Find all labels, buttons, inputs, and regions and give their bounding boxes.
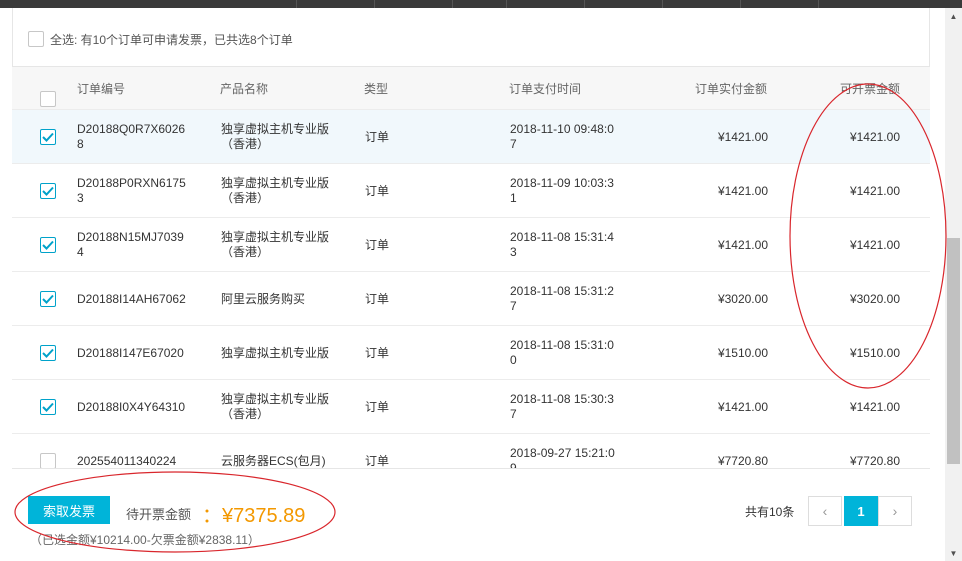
row-checkbox[interactable]: [40, 272, 56, 326]
product-name: 阿里云服务购买: [221, 291, 306, 306]
paid-time: 2018-09-27 15:21:0 9: [510, 446, 615, 468]
table-row[interactable]: D20188P0RXN6175 3 独享虚拟主机专业版 （香港） 订单 2018-11…: [12, 164, 930, 218]
chevron-right-icon: ›: [892, 503, 898, 519]
order-number: D20188N15MJ7039 4: [77, 230, 184, 259]
product-name: 独享虚拟主机专业版 （香港）: [221, 176, 330, 205]
invoice-amount: ¥7720.80: [849, 453, 900, 468]
product-name: 独享虚拟主机专业版: [221, 345, 330, 360]
order-type: 订单: [365, 129, 390, 144]
row-checkbox[interactable]: [40, 110, 56, 164]
select-all-label: 全选: 有10个订单可申请发票，已共选8个订单: [50, 32, 293, 47]
scroll-down-arrow-icon[interactable]: ▼: [945, 545, 962, 561]
row-checkbox[interactable]: [40, 434, 56, 468]
table-row[interactable]: D20188N15MJ7039 4 独享虚拟主机专业版 （香港） 订单 2018-11…: [12, 218, 930, 272]
select-all[interactable]: 全选: 有10个订单可申请发票，已共选8个订单: [28, 24, 293, 54]
header-checkbox[interactable]: [40, 81, 56, 107]
paid-time: 2018-11-08 15:31:2 7: [510, 284, 614, 313]
paid-amount: ¥3020.00: [717, 291, 768, 306]
product-name: 独享虚拟主机专业版 （香港）: [221, 122, 330, 151]
paid-time: 2018-11-09 10:03:3 1: [510, 176, 614, 205]
column-paid-amount: 订单实付金额: [695, 82, 768, 96]
column-order-no: 订单编号: [77, 82, 126, 96]
select-all-checkbox[interactable]: [28, 31, 44, 47]
invoice-amount: ¥1421.00: [849, 183, 900, 198]
pending-amount-label: 待开票金额: [126, 507, 192, 522]
pager-prev-button[interactable]: ‹: [808, 496, 842, 526]
paid-time: 2018-11-10 09:48:0 7: [510, 122, 614, 151]
product-name: 独享虚拟主机专业版 （香港）: [221, 392, 330, 421]
paid-amount: ¥1510.00: [717, 345, 768, 360]
table-row[interactable]: D20188I147E67020 独享虚拟主机专业版 订单 2018-11-08 15…: [12, 326, 930, 380]
table-header: 订单编号 产品名称 类型 订单支付时间 订单实付金额 可开票金额: [12, 66, 930, 110]
paid-time: 2018-11-08 15:31:4 3: [510, 230, 614, 259]
paid-amount: ¥1421.00: [717, 129, 768, 144]
order-number: D20188I147E67020: [77, 345, 184, 360]
invoice-amount: ¥3020.00: [849, 291, 900, 306]
amount-breakdown: （已选金额¥10214.00-欠票金额¥2838.11）: [30, 533, 260, 547]
order-type: 订单: [365, 453, 390, 468]
table-row[interactable]: D20188I14AH67062 阿里云服务购买 订单 2018-11-08 15:3…: [12, 272, 930, 326]
order-number: 202554011340224: [77, 453, 177, 468]
table-row[interactable]: D20188I0X4Y64310 独享虚拟主机专业版 （香港） 订单 2018-11-…: [12, 380, 930, 434]
row-checkbox[interactable]: [40, 380, 56, 434]
order-type: 订单: [365, 399, 390, 414]
paid-amount: ¥1421.00: [717, 183, 768, 198]
column-product: 产品名称: [220, 82, 269, 96]
row-checkbox[interactable]: [40, 326, 56, 380]
row-checkbox[interactable]: [40, 164, 56, 218]
pending-amount-value: ：¥7375.89: [202, 505, 306, 527]
invoice-amount: ¥1510.00: [849, 345, 900, 360]
order-type: 订单: [365, 291, 390, 306]
row-checkbox[interactable]: [40, 218, 56, 272]
chevron-left-icon: ‹: [822, 503, 828, 519]
paid-amount: ¥1421.00: [717, 237, 768, 252]
paid-amount: ¥7720.80: [717, 453, 768, 468]
table-row[interactable]: 202554011340224 云服务器ECS(包月) 订单 2018-09-27 1…: [12, 434, 930, 468]
total-count: 共有10条: [745, 505, 795, 519]
paid-time: 2018-11-08 15:30:3 7: [510, 392, 614, 421]
order-type: 订单: [365, 183, 390, 198]
pager-page-1[interactable]: 1: [844, 496, 878, 526]
product-name: 独享虚拟主机专业版 （香港）: [221, 230, 330, 259]
order-number: D20188Q0R7X6026 8: [77, 122, 186, 151]
pager-next-button[interactable]: ›: [878, 496, 912, 526]
table-row[interactable]: D20188Q0R7X6026 8 独享虚拟主机专业版 （香港） 订单 2018-11…: [12, 110, 930, 164]
order-number: D20188I14AH67062: [77, 291, 186, 306]
invoice-amount: ¥1421.00: [849, 399, 900, 414]
column-type: 类型: [364, 82, 389, 96]
invoice-amount: ¥1421.00: [849, 237, 900, 252]
order-number: D20188I0X4Y64310: [77, 399, 186, 414]
paid-amount: ¥1421.00: [717, 399, 768, 414]
paid-time: 2018-11-08 15:31:0 0: [510, 338, 614, 367]
order-number: D20188P0RXN6175 3: [77, 176, 186, 205]
request-invoice-button[interactable]: 索取发票: [28, 496, 110, 524]
column-paid-time: 订单支付时间: [509, 82, 582, 96]
order-table-body: D20188Q0R7X6026 8 独享虚拟主机专业版 （香港） 订单 2018-11…: [12, 110, 930, 468]
order-type: 订单: [365, 237, 390, 252]
top-bar: [0, 0, 962, 8]
invoice-footer: 索取发票 待开票金额 ：¥7375.89 （已选金额¥10214.00-欠票金额…: [12, 468, 930, 561]
column-invoice-amount: 可开票金额: [840, 82, 901, 96]
scrollbar-thumb[interactable]: [947, 238, 960, 464]
order-type: 订单: [365, 345, 390, 360]
scroll-up-arrow-icon[interactable]: ▲: [945, 8, 962, 24]
invoice-amount: ¥1421.00: [849, 129, 900, 144]
product-name: 云服务器ECS(包月): [221, 453, 326, 468]
